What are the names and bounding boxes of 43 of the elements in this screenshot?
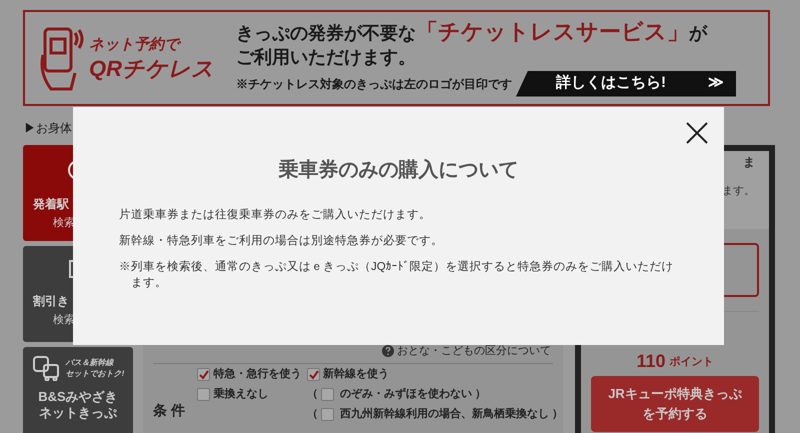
banner-note: ※チケットレス対象のきっぷは左のロゴが目印です bbox=[236, 76, 512, 92]
panel-text: ま bbox=[743, 154, 755, 171]
paren-text: ） bbox=[475, 387, 486, 402]
modal-title: 乗車券のみの購入について bbox=[278, 158, 518, 183]
menu-label: 割引き bbox=[33, 293, 69, 310]
close-button[interactable] bbox=[686, 122, 708, 144]
banner-headline: きっぷの発券が不要な「チケットレスサービス」が ご利用いただけます。 bbox=[236, 20, 709, 68]
logo-text: ネット予約で bbox=[89, 36, 214, 52]
train-bus-icon bbox=[32, 355, 62, 381]
notice-link[interactable]: ▶お身体 bbox=[24, 119, 72, 137]
paren-text: （ bbox=[307, 387, 318, 402]
menu-label: B&Sみやざき ネットきっぷ bbox=[38, 389, 118, 421]
points-unit: ポイント bbox=[670, 354, 714, 370]
conditions-label: 条 件 bbox=[153, 400, 186, 420]
phone-qr-icon bbox=[39, 25, 85, 91]
menu-card[interactable]: バス＆新幹線 セットでおトク! B&Sみやざき ネットきっぷ bbox=[23, 347, 133, 433]
close-icon bbox=[686, 122, 708, 144]
points-value: 110 bbox=[636, 352, 666, 370]
checkbox[interactable] bbox=[197, 388, 210, 401]
check-icon bbox=[198, 370, 209, 380]
checkbox-label: 西九州新幹線利用の場合、新鳥栖乗換なし bbox=[340, 406, 549, 422]
checkbox-label: 乗換えなし bbox=[213, 386, 268, 402]
modal-paragraph: 新幹線・特急列車をご利用の場合は別途特急券が必要です。 bbox=[119, 233, 444, 249]
checkbox-label: のぞみ・みずほを使わない bbox=[340, 386, 472, 402]
paren-text: （ bbox=[307, 407, 318, 422]
checkbox[interactable] bbox=[197, 368, 210, 381]
check-icon bbox=[308, 370, 318, 380]
panel-text: ます。 bbox=[722, 184, 755, 199]
checkbox-label: 特急・急行を使う bbox=[213, 366, 302, 382]
reserve-button[interactable]: JRキューポ特典きっぷ を予約する bbox=[591, 376, 759, 432]
checkbox[interactable] bbox=[307, 368, 320, 381]
paren-text: ） bbox=[552, 407, 563, 422]
modal-paragraph: 片道乗車券または往復乗車券のみをご購入いただけます。 bbox=[119, 208, 432, 223]
bus-tagline: バス＆新幹線 セットでおトク! bbox=[66, 357, 124, 379]
menu-label: 発着駅 bbox=[33, 196, 69, 213]
details-button[interactable]: 詳しくはこちら! ≫ bbox=[516, 70, 736, 96]
logo-text: QRチケレス bbox=[89, 58, 214, 80]
checkbox-label: 新幹線を使う bbox=[323, 366, 389, 382]
help-icon bbox=[382, 345, 394, 358]
help-link[interactable]: おとな・こどもの区分について bbox=[397, 343, 551, 360]
modal-paragraph: ※列車を検索後、通常のきっぷ又はｅきっぷ（JQｶｰﾄﾞ限定）を選択すると特急券のみをご購入いただけます。 bbox=[119, 260, 675, 291]
checkbox[interactable] bbox=[321, 408, 334, 421]
checkbox[interactable] bbox=[321, 388, 334, 401]
